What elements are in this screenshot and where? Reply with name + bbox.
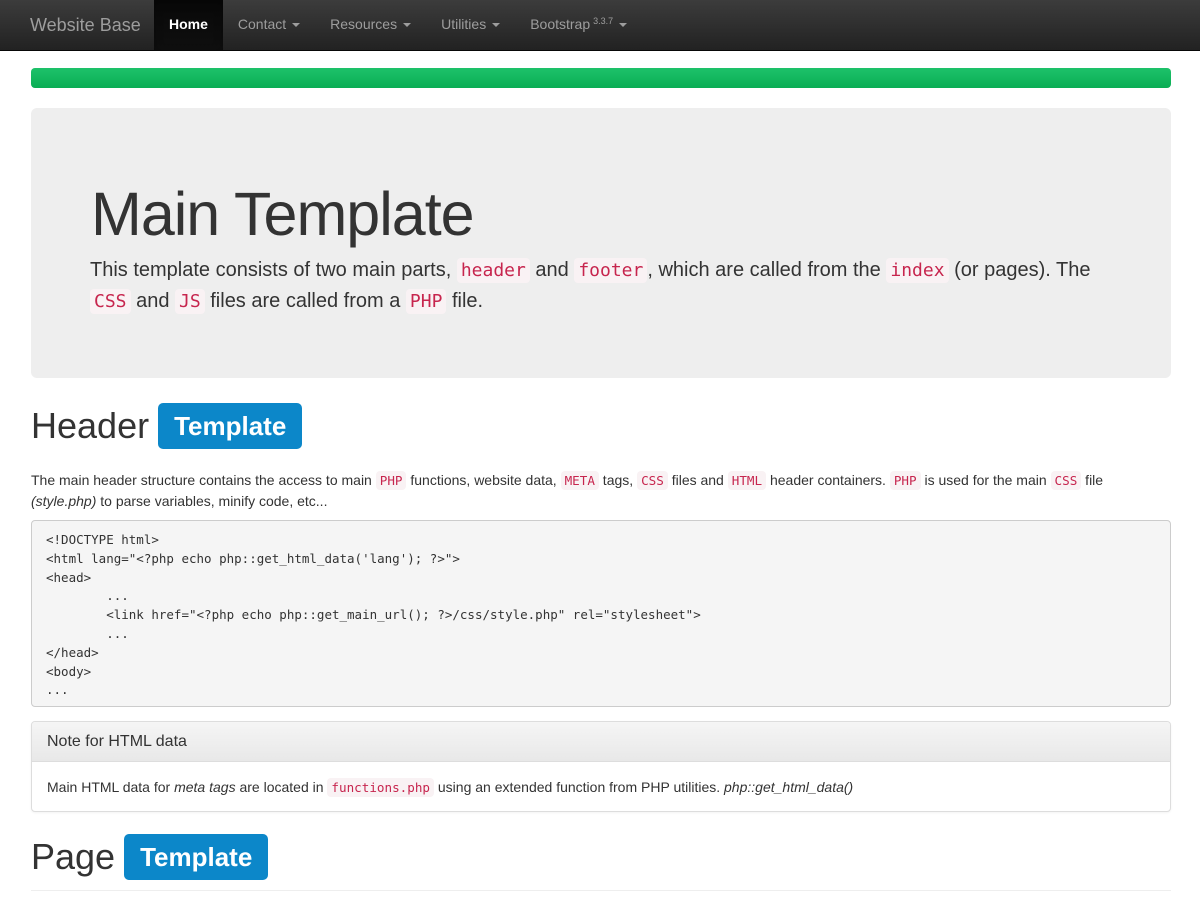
inline-code: PHP: [405, 289, 447, 314]
inline-code: functions.php: [327, 778, 434, 797]
jumbotron: Main Template This template consists of …: [31, 108, 1171, 378]
header-code-block: <!DOCTYPE html> <html lang="<?php echo p…: [31, 520, 1171, 707]
lead-text: and: [130, 290, 175, 312]
progress-bar-fill: [31, 68, 1171, 88]
lead-text: , which are called from the: [647, 259, 887, 281]
para-text: is used for the main: [920, 472, 1051, 488]
inline-code: META: [560, 471, 599, 490]
lead-text: files are called from a: [204, 290, 406, 312]
para-text: files and: [667, 472, 728, 488]
nav-item-utilities[interactable]: Utilities: [426, 0, 515, 50]
panel-body: Main HTML data for meta tags are located…: [32, 762, 1170, 813]
page-section-heading: Page Template: [31, 834, 269, 880]
inline-code: PHP: [375, 471, 407, 490]
inline-code: header: [456, 258, 530, 283]
inline-code: HTML: [727, 471, 767, 490]
header-description: The main header structure contains the a…: [31, 470, 1171, 511]
para-text: header containers.: [766, 472, 890, 488]
panel-emphasis: php::get_html_data(): [724, 779, 854, 795]
para-text: The main header structure contains the a…: [31, 472, 376, 488]
page-title: Main Template: [91, 180, 475, 248]
divider: [31, 890, 1171, 891]
inline-code: footer: [574, 258, 648, 283]
template-label: Template: [124, 834, 269, 880]
panel-emphasis: meta tags: [174, 779, 236, 795]
nav-item-resources[interactable]: Resources: [315, 0, 426, 50]
panel-text: Main HTML data for: [47, 779, 175, 795]
inline-code: JS: [175, 289, 205, 314]
navbar-brand[interactable]: Website Base: [30, 15, 141, 35]
nav-item-label: Home: [169, 16, 208, 32]
section-title: Page: [31, 836, 116, 877]
nav-item-contact[interactable]: Contact: [223, 0, 315, 50]
para-text: tags,: [598, 472, 638, 488]
navbar-menu: Home Contact Resources Utilities Bootstr…: [154, 0, 642, 50]
para-emphasis: (style.php): [31, 493, 97, 509]
section-title: Header: [31, 405, 150, 446]
inline-code: CSS: [90, 289, 131, 314]
inline-code: CSS: [637, 471, 668, 490]
caret-down-icon: [403, 23, 412, 27]
caret-down-icon: [619, 23, 628, 27]
caret-down-icon: [292, 23, 301, 27]
caret-down-icon: [492, 23, 501, 27]
progress-bar-track: [31, 68, 1171, 88]
nav-item-label: Resources: [330, 16, 398, 32]
panel-text: using an extended function from PHP util…: [434, 779, 725, 795]
nav-item-bootstrap[interactable]: Bootstrap 3.3.7: [515, 0, 642, 50]
version-superscript: 3.3.7: [593, 15, 614, 26]
panel-heading: Note for HTML data: [32, 722, 1170, 762]
jumbotron-lead: This template consists of two main parts…: [90, 255, 1110, 317]
lead-text: This template consists of two main parts…: [90, 259, 457, 281]
para-text: to parse variables, minify code, etc...: [96, 493, 328, 509]
inline-code: CSS: [1050, 471, 1082, 490]
lead-text: file.: [446, 290, 484, 312]
inline-code: PHP: [889, 471, 921, 490]
para-text: file: [1081, 472, 1104, 488]
lead-text: and: [529, 259, 575, 281]
nav-item-label: Bootstrap: [530, 16, 591, 32]
inline-code: index: [886, 258, 949, 283]
template-label: Template: [158, 403, 303, 449]
nav-item-label: Utilities: [441, 16, 487, 32]
nav-item-label: Contact: [237, 16, 287, 32]
note-panel: Note for HTML data Main HTML data for me…: [31, 721, 1171, 812]
nav-item-home[interactable]: Home: [154, 0, 223, 50]
para-text: functions, website data,: [406, 472, 561, 488]
lead-text: (or pages). The: [948, 259, 1091, 281]
panel-text: are located in: [235, 779, 328, 795]
header-section-heading: Header Template: [31, 403, 303, 449]
top-navbar: Website Base Home Contact Resources Util…: [0, 0, 1200, 51]
